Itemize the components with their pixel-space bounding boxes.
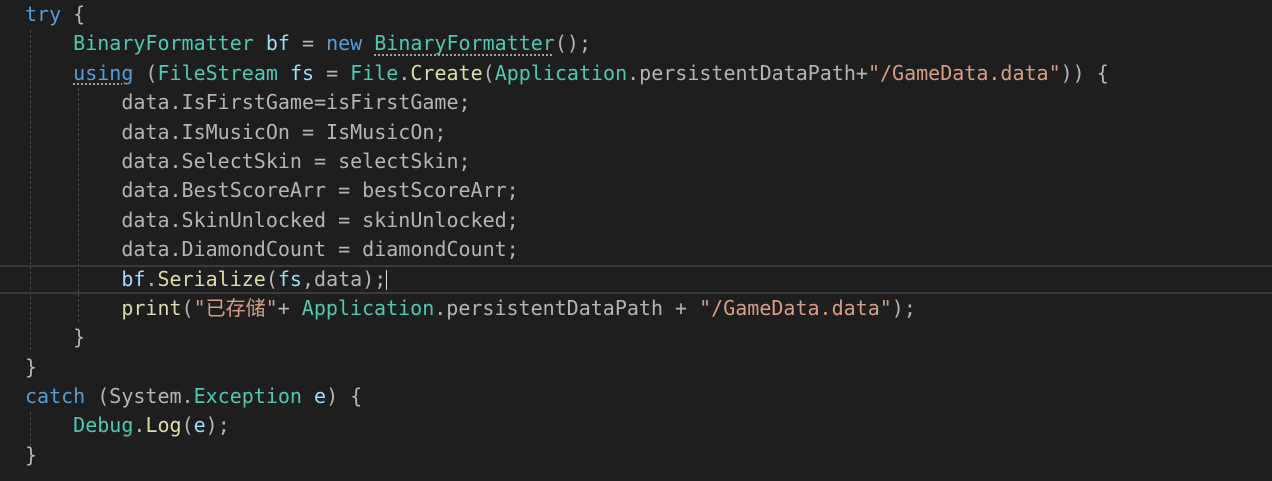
code-token: FileStream (157, 60, 278, 85)
code-token: ); (205, 413, 230, 438)
code-token: . (398, 60, 411, 85)
code-token: "/GameData.data" (867, 60, 1061, 85)
code-line[interactable]: bf.Serialize(fs,data); (0, 264, 1272, 294)
code-line[interactable]: data.IsFirstGame=isFirstGame; (0, 88, 1272, 117)
code-token: (System. (85, 384, 194, 409)
code-line[interactable]: data.DiamondCount = diamondCount; (0, 235, 1272, 264)
code-token: } (25, 354, 38, 379)
code-token: ( (181, 413, 194, 438)
code-token: . (145, 266, 158, 291)
code-token: data. (25, 207, 182, 232)
code-token: bf (121, 266, 146, 291)
code-token: bf (265, 31, 290, 56)
code-token: IsFirstGame=isFirstGame; (181, 90, 471, 115)
code-token: .persistentDataPath + (434, 295, 700, 320)
code-token: new (326, 31, 363, 56)
code-token: = (289, 31, 327, 56)
code-token: e (314, 384, 327, 409)
code-line[interactable]: data.SelectSkin = selectSkin; (0, 147, 1272, 176)
code-token: Application (301, 295, 435, 320)
code-token: data. (25, 90, 182, 115)
code-token: = (314, 60, 351, 85)
code-token: Application (494, 60, 628, 85)
code-line[interactable]: catch (System.Exception e) { (0, 382, 1272, 411)
code-token: DiamondCount = diamondCount; (181, 237, 519, 262)
code-token: data. (25, 178, 182, 203)
code-token: ) { (326, 384, 363, 409)
code-token: + (277, 295, 302, 320)
code-token: } (25, 325, 86, 350)
code-token: File (350, 60, 399, 85)
code-token: ( (181, 295, 194, 320)
code-token: Create (410, 60, 483, 85)
code-token: Log (145, 413, 182, 438)
code-line[interactable]: data.IsMusicOn = IsMusicOn; (0, 118, 1272, 147)
code-line[interactable]: data.SkinUnlocked = skinUnlocked; (0, 206, 1272, 235)
code-token: { (61, 2, 86, 26)
code-line[interactable]: data.BestScoreArr = bestScoreArr; (0, 176, 1272, 205)
code-token: using (73, 60, 134, 85)
code-token: . (133, 413, 146, 438)
code-token: BinaryFormatter (374, 31, 555, 56)
code-token: ); (891, 295, 916, 320)
code-line[interactable]: Debug.Log(e); (0, 411, 1272, 440)
code-token: data. (25, 237, 182, 262)
code-line[interactable]: } (0, 353, 1272, 382)
code-token: fs (289, 60, 315, 85)
code-token: BestScoreArr = bestScoreArr; (181, 178, 519, 203)
code-token: Exception (193, 384, 302, 409)
code-token: data. (25, 148, 182, 173)
code-line[interactable]: using (FileStream fs = File.Create(Appli… (0, 59, 1272, 88)
code-token: ( (133, 60, 158, 85)
text-caret (386, 270, 388, 291)
code-token: .persistentDataPath+ (627, 60, 868, 85)
code-line[interactable]: } (0, 441, 1272, 470)
code-token: ,data); (301, 266, 387, 291)
code-token: catch (25, 384, 86, 409)
code-line[interactable]: BinaryFormatter bf = new BinaryFormatter… (0, 29, 1272, 58)
code-line[interactable]: } (0, 323, 1272, 352)
code-token: IsMusicOn = IsMusicOn; (181, 119, 447, 144)
code-token: (); (554, 31, 591, 56)
code-token: e (193, 413, 206, 438)
code-token: Serialize (157, 266, 266, 291)
code-token: "/GameData.data" (699, 295, 892, 320)
code-token: "已存储" (193, 295, 278, 320)
code-token: SkinUnlocked = skinUnlocked; (181, 207, 519, 232)
code-editor[interactable]: try { BinaryFormatter bf = new BinaryFor… (0, 0, 1272, 481)
code-token: try (25, 2, 62, 26)
code-token: SelectSkin = selectSkin; (181, 148, 471, 173)
code-token: ( (482, 60, 495, 85)
code-token: ( (265, 266, 278, 291)
code-token: data. (25, 119, 182, 144)
code-line[interactable]: print("已存储"+ Application.persistentDataP… (0, 294, 1272, 323)
code-token: } (25, 442, 38, 467)
code-line[interactable]: try { (0, 0, 1272, 29)
code-token: fs (277, 266, 302, 291)
code-token: BinaryFormatter (73, 31, 254, 56)
code-token: print (121, 295, 182, 320)
code-token: )) { (1060, 60, 1109, 85)
code-token: Debug (73, 413, 134, 438)
code-lines[interactable]: try { BinaryFormatter bf = new BinaryFor… (0, 0, 1272, 470)
